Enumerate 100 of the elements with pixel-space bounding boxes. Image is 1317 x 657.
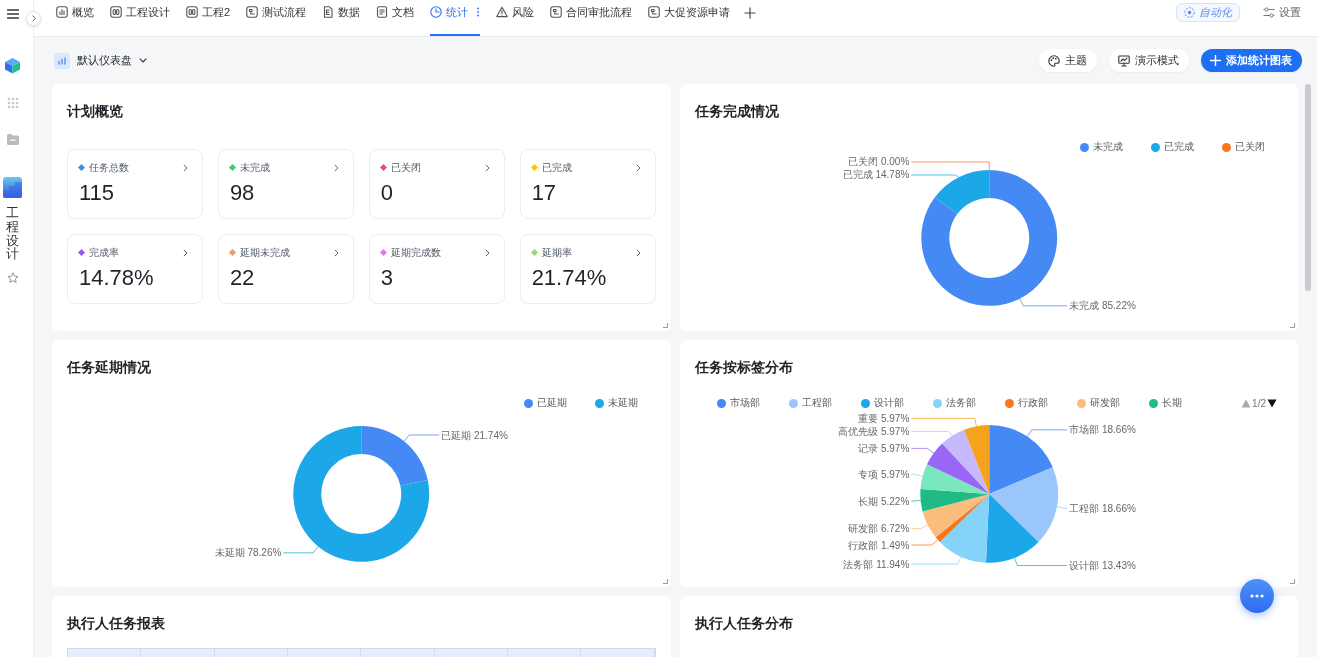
stat-card[interactable]: 延期率 21.74% [519,234,656,304]
pie-slice[interactable] [920,464,989,494]
legend-label[interactable]: 未完成 [1093,140,1123,154]
stat-value: 22 [229,265,255,291]
palette-icon [1048,54,1060,67]
tab[interactable]: 数据 [322,0,361,36]
tab[interactable]: 测试流程 [246,0,307,36]
chevron-right-icon[interactable] [333,163,339,172]
leader-line [403,434,440,442]
stat-card[interactable]: 已关闭 0 [368,149,505,219]
pie-slice[interactable] [988,425,1053,494]
chevron-right-icon[interactable] [182,248,188,257]
legend-label[interactable]: 法务部 [945,396,976,410]
pie-chart-icon [430,6,443,18]
legend-label[interactable]: 已完成 [1164,140,1194,154]
scrollbar-thumb[interactable] [1305,84,1311,291]
chevron-right-icon[interactable] [484,163,490,172]
chevron-right-icon[interactable] [333,248,339,257]
cube-logo-icon[interactable] [4,57,21,74]
leader-line [910,524,928,530]
folder-icon[interactable] [5,133,20,146]
menu-icon[interactable] [6,9,19,19]
pie-slice[interactable] [941,429,989,494]
data-label: 行政部 1.49% [847,539,909,551]
card-title: 任务完成情况 [694,102,779,121]
chevron-right-icon[interactable] [182,163,188,172]
tab[interactable]: 合同审批流程 [550,0,633,36]
leader-line [1026,429,1068,437]
legend-label[interactable]: 工程部 [801,396,832,410]
resize-handle-icon[interactable] [662,579,668,584]
legend-label[interactable]: 研发部 [1089,396,1120,410]
settings-icon [1263,7,1275,18]
legend-label[interactable]: 已关闭 [1235,140,1265,154]
chevron-right-icon[interactable] [484,248,490,257]
card-title: 任务延期情况 [67,358,151,377]
data-label: 专项 5.97% [857,468,909,480]
theme-button[interactable]: 主题 [1039,49,1097,72]
app-name: 工程设计 [6,207,19,262]
pie-slice[interactable] [922,493,989,538]
plus-icon [744,7,757,19]
tab[interactable]: 工程2 [186,0,231,36]
pie-slice[interactable] [935,493,989,543]
pie-slice[interactable] [988,467,1058,543]
more-vertical-icon[interactable] [476,7,481,17]
donut-slice[interactable] [361,426,428,486]
pie-slice[interactable] [985,493,1039,563]
donut-slice[interactable] [920,170,1057,306]
star-icon[interactable] [6,272,19,284]
legend-page: 1/2 [1252,397,1266,409]
legend-label[interactable]: 长期 [1161,396,1182,410]
stat-value: 98 [229,180,255,206]
resize-handle-icon[interactable] [662,323,668,328]
chevron-right-icon[interactable] [635,163,641,172]
stat-card[interactable]: 已完成 17 [519,149,656,219]
stat-card[interactable]: 延期未完成 22 [217,234,354,304]
tab[interactable]: 统计 [430,0,481,36]
pie-slice[interactable] [939,493,989,563]
stat-card[interactable]: 任务总数 115 [67,149,203,219]
stat-label: 延期未完成 [239,245,290,260]
tab[interactable]: 大促资源申请 [648,0,731,36]
stat-label: 已关闭 [390,160,421,175]
settings-button[interactable]: 设置 [1262,3,1302,22]
leader-line [282,546,319,554]
card-title: 执行人任务报表 [67,614,165,633]
data-label: 记录 5.97% [857,442,909,454]
stat-value: 21.74% [531,265,607,291]
legend-label[interactable]: 已延期 [536,396,567,410]
legend-label[interactable]: 市场部 [729,396,760,410]
tab[interactable]: 文档 [376,0,415,36]
pie-slice[interactable] [919,489,989,512]
legend-label[interactable]: 设计部 [873,396,904,410]
legend-label[interactable]: 行政部 [1017,396,1048,410]
pie-slice[interactable] [963,425,989,494]
leader-line [1018,298,1068,307]
tab[interactable]: 概览 [56,0,94,36]
document-icon [376,6,389,18]
dashboard-selector[interactable]: 默认仪表盘 [54,52,147,69]
add-chart-button[interactable]: 添加统计图表 [1201,49,1302,72]
plus-icon [1210,55,1221,66]
flow-icon [648,6,661,18]
leader-line [1013,557,1068,566]
data-label: 未延期 78.26% [214,547,282,559]
tab[interactable]: 工程设计 [110,0,170,36]
stat-card[interactable]: 延期完成数 3 [368,234,505,304]
resize-handle-icon[interactable] [1290,323,1295,328]
app-icon[interactable] [3,177,22,198]
stat-card[interactable]: 未完成 98 [217,149,354,219]
card-title: 任务按标签分布 [694,358,793,377]
donut-slice[interactable] [293,426,430,562]
triangle-down-icon[interactable] [1267,398,1277,408]
legend-label[interactable]: 未延期 [607,396,638,410]
data-label: 已关闭 0.00% [847,156,909,168]
data-label: 已完成 14.78% [842,169,909,181]
tab[interactable]: 风险 [496,0,535,36]
stat-card[interactable]: 完成率 14.78% [67,234,203,304]
chevron-right-icon[interactable] [635,248,641,257]
donut-slice[interactable] [934,170,989,214]
presentation-button[interactable]: 演示模式 [1109,49,1189,72]
pie-slice[interactable] [926,443,989,494]
resize-handle-icon[interactable] [1290,579,1295,584]
